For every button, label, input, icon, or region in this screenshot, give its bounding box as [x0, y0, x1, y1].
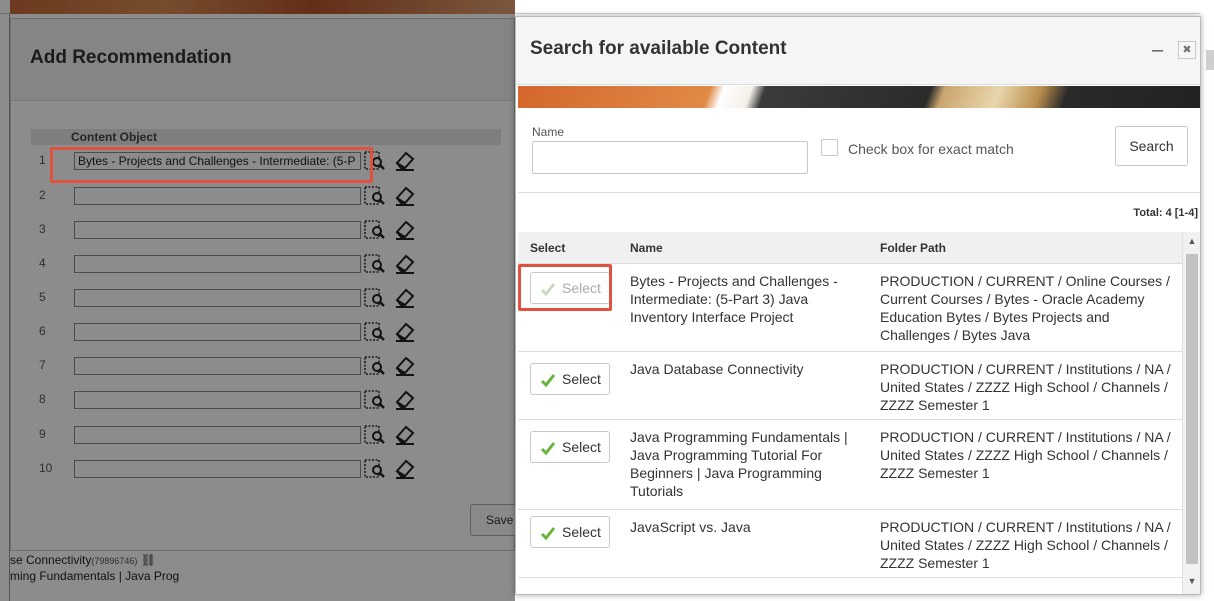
search-form: Name Check box for exact match Search: [518, 108, 1200, 193]
exact-match-checkbox[interactable]: [821, 139, 838, 156]
select-button[interactable]: Select: [530, 516, 610, 548]
result-name: Bytes - Projects and Challenges - Interm…: [630, 273, 838, 325]
select-button[interactable]: Select: [530, 431, 610, 463]
results-header: Select Name Folder Path: [518, 232, 1183, 264]
result-name: JavaScript vs. Java: [630, 519, 751, 535]
checkmark-icon: [540, 527, 556, 541]
exact-match-label: Check box for exact match: [848, 141, 1014, 157]
highlight-box-first-select: [518, 264, 612, 311]
background-scrollbar: [1206, 50, 1214, 70]
scrollbar-thumb[interactable]: [1186, 254, 1198, 564]
name-input[interactable]: [532, 141, 808, 174]
name-label: Name: [532, 125, 565, 139]
result-folder-path: PRODUCTION / CURRENT / Institutions / NA…: [880, 361, 1171, 413]
close-icon[interactable]: ✖: [1178, 41, 1196, 59]
search-button[interactable]: Search: [1115, 126, 1188, 166]
result-row: Select Java Database Connectivity PRODUCTI…: [518, 352, 1183, 420]
column-header-folder-path: Folder Path: [880, 241, 947, 255]
results-scrollbar[interactable]: ▲ ▼: [1182, 232, 1200, 594]
result-row: Select JavaScript vs. Java PRODUCTION / CU…: [518, 510, 1183, 578]
results-table: Select Name Folder Path Select Bytes - Pr…: [518, 232, 1183, 594]
result-row: Select Java Programming Fundamentals | Ja…: [518, 420, 1183, 510]
column-header-name: Name: [630, 241, 663, 255]
result-name: Java Database Connectivity: [630, 361, 804, 377]
search-content-dialog: Search for available Content – ✖ Name Ch…: [515, 16, 1201, 595]
search-dialog-header: Search for available Content – ✖: [516, 17, 1200, 85]
highlight-box-first-field: [50, 147, 373, 183]
checkmark-icon: [540, 374, 556, 388]
result-row: Select Bytes - Projects and Challenges - …: [518, 264, 1183, 352]
modal-overlay: [0, 0, 515, 601]
scroll-down-icon[interactable]: ▼: [1186, 576, 1198, 590]
banner-image: [518, 86, 1200, 108]
scroll-up-icon[interactable]: ▲: [1186, 236, 1198, 250]
checkmark-icon: [540, 442, 556, 456]
minimize-icon[interactable]: –: [1152, 39, 1168, 61]
result-folder-path: PRODUCTION / CURRENT / Institutions / NA…: [880, 429, 1171, 481]
background-right-edge: [1200, 0, 1214, 601]
result-folder-path: PRODUCTION / CURRENT / Institutions / NA…: [880, 519, 1171, 571]
result-name: Java Programming Fundamentals | Java Pro…: [630, 429, 848, 499]
result-folder-path: PRODUCTION / CURRENT / Online Courses / …: [880, 273, 1170, 343]
search-dialog-title: Search for available Content: [530, 38, 787, 59]
total-count: Total: 4 [1-4]: [1133, 207, 1198, 219]
column-header-select: Select: [530, 241, 566, 255]
select-button[interactable]: Select: [530, 363, 610, 395]
